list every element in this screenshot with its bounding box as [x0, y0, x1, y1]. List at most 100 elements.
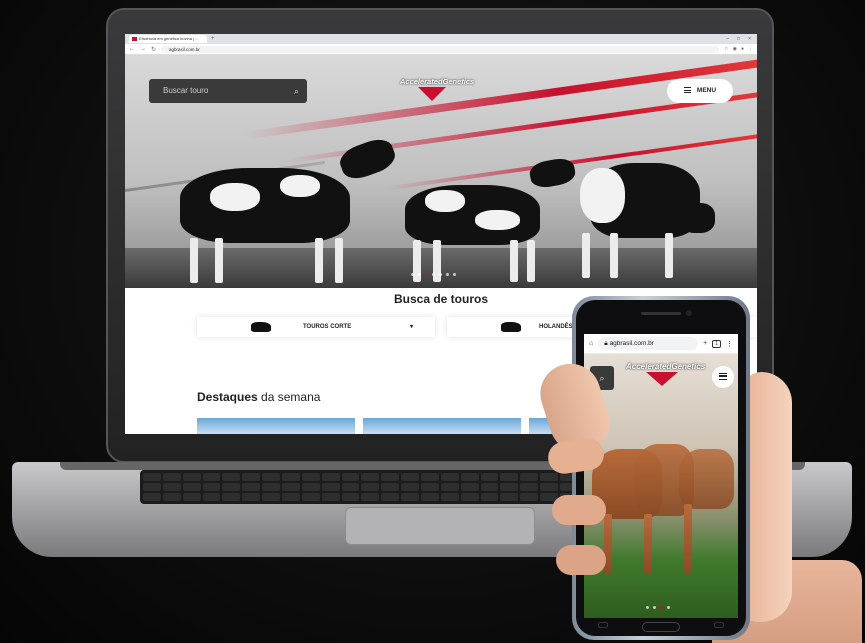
- highlight-card[interactable]: [363, 418, 521, 434]
- highlights-bold: Destaques: [197, 390, 258, 404]
- cow-leg: [684, 504, 692, 574]
- recent-apps-key[interactable]: [598, 622, 608, 628]
- dairy-cow-icon: [501, 322, 521, 332]
- keyboard-key: [182, 473, 201, 481]
- home-icon[interactable]: ⌂: [589, 340, 593, 347]
- keyboard-key: [143, 483, 161, 491]
- keyboard-key: [480, 493, 499, 501]
- keyboard-key: [182, 483, 201, 491]
- logo-chevron-icon: [646, 372, 678, 386]
- highlight-card[interactable]: [197, 418, 355, 434]
- keyboard-key: [301, 473, 320, 481]
- jersey-cow-image: [679, 449, 734, 509]
- keyboard-key: [282, 483, 300, 491]
- cow-leg: [644, 514, 652, 574]
- holstein-cow-image: [180, 134, 400, 283]
- keyboard-key: [381, 483, 400, 491]
- maximize-button[interactable]: □: [737, 36, 740, 42]
- mobile-url-input[interactable]: 🔒︎ agbrasil.com.br: [598, 337, 699, 350]
- new-tab-button[interactable]: +: [211, 35, 215, 43]
- hand-finger-image: [556, 545, 606, 575]
- search-icon[interactable]: ⌕: [294, 79, 299, 103]
- carousel-dot[interactable]: [667, 606, 670, 609]
- keyboard-key: [440, 483, 459, 491]
- menu-button[interactable]: MENU: [667, 79, 733, 103]
- carousel-dot[interactable]: [660, 606, 663, 609]
- profile-icon[interactable]: ●: [741, 46, 744, 52]
- phone-speaker: [641, 312, 681, 315]
- back-icon[interactable]: ←: [129, 46, 135, 52]
- star-icon[interactable]: ☆: [724, 46, 728, 52]
- forward-icon[interactable]: →: [140, 46, 146, 52]
- mobile-url-text: agbrasil.com.br: [609, 340, 654, 347]
- search-input[interactable]: Buscar touro ⌕: [149, 79, 307, 103]
- keyboard-key: [460, 483, 479, 491]
- highlights-rest: da semana: [257, 390, 321, 404]
- keyboard-key: [182, 493, 201, 501]
- keyboard-key: [262, 473, 280, 481]
- mobile-brand-logo[interactable]: AcceleratedGenetics: [626, 362, 706, 392]
- keyboard-key: [321, 483, 340, 491]
- laptop-trackpad[interactable]: [345, 507, 535, 545]
- carousel-dot[interactable]: [411, 273, 414, 276]
- reload-icon[interactable]: ↻: [151, 46, 156, 53]
- carousel-dot[interactable]: [425, 273, 428, 276]
- keyboard-key: [143, 493, 161, 501]
- logo-text: AcceleratedGenetics: [400, 77, 475, 86]
- mobile-menu-button[interactable]: [712, 366, 734, 388]
- close-window-button[interactable]: ×: [748, 36, 751, 42]
- keyboard-key: [361, 493, 380, 501]
- mobile-carousel-dots: [646, 606, 670, 609]
- keyboard-key: [480, 483, 499, 491]
- carousel-dot[interactable]: [453, 273, 456, 276]
- keyboard-key: [361, 473, 380, 481]
- keyboard-key: [262, 493, 280, 501]
- more-icon[interactable]: ⋮: [748, 46, 753, 52]
- carousel-dot[interactable]: [653, 606, 656, 609]
- mobile-hero-banner: [584, 354, 738, 618]
- keyboard-key: [500, 483, 519, 491]
- keyboard-key: [361, 483, 380, 491]
- keyboard-key: [440, 493, 459, 501]
- carousel-dot[interactable]: [439, 273, 442, 276]
- carousel-dot[interactable]: [418, 273, 421, 276]
- carousel-dots: [411, 273, 456, 276]
- hamburger-icon: [683, 87, 691, 94]
- brand-logo[interactable]: AcceleratedGenetics: [400, 77, 480, 107]
- keyboard-key: [321, 473, 340, 481]
- logo-chevron-icon: [418, 87, 446, 101]
- extension-icons: ☆ ◉ ● ⋮: [724, 46, 753, 52]
- home-button[interactable]: [642, 622, 680, 632]
- keyboard-key: [162, 493, 181, 501]
- search-icon: ⌕: [599, 373, 605, 383]
- keyboard-key: [500, 493, 519, 501]
- keyboard-key: [341, 483, 360, 491]
- keyboard-key: [480, 473, 499, 481]
- keyboard-key: [242, 483, 261, 491]
- holstein-cow-image: [570, 143, 720, 283]
- tab-count-button[interactable]: 1: [712, 339, 721, 348]
- minimize-button[interactable]: –: [726, 36, 729, 42]
- keyboard-key: [222, 493, 241, 501]
- keyboard-key: [202, 493, 221, 501]
- carousel-dot[interactable]: [446, 273, 449, 276]
- more-icon[interactable]: ⋮: [726, 340, 733, 348]
- keyboard-key: [520, 493, 539, 501]
- back-key[interactable]: [714, 622, 724, 628]
- keyboard-key: [162, 473, 181, 481]
- hero-banner: Buscar touro ⌕ AcceleratedGenetics MENU: [125, 55, 757, 288]
- carousel-dot[interactable]: [646, 606, 649, 609]
- keyboard-key: [401, 473, 419, 481]
- keyboard-key: [242, 473, 261, 481]
- add-tab-button[interactable]: +: [703, 340, 707, 347]
- keyboard-key: [301, 493, 320, 501]
- keyboard-key: [202, 473, 221, 481]
- keyboard-key: [381, 473, 400, 481]
- extension-icon[interactable]: ◉: [733, 46, 737, 52]
- keyboard-key: [242, 493, 261, 501]
- touros-corte-select[interactable]: TOUROS CORTE ▾: [197, 317, 435, 337]
- keyboard-key: [500, 473, 519, 481]
- carousel-dot[interactable]: [432, 273, 435, 276]
- url-input[interactable]: agbrasil.com.br: [161, 45, 720, 53]
- browser-tab[interactable]: Eficiência em genética bovina | ...: [129, 35, 207, 43]
